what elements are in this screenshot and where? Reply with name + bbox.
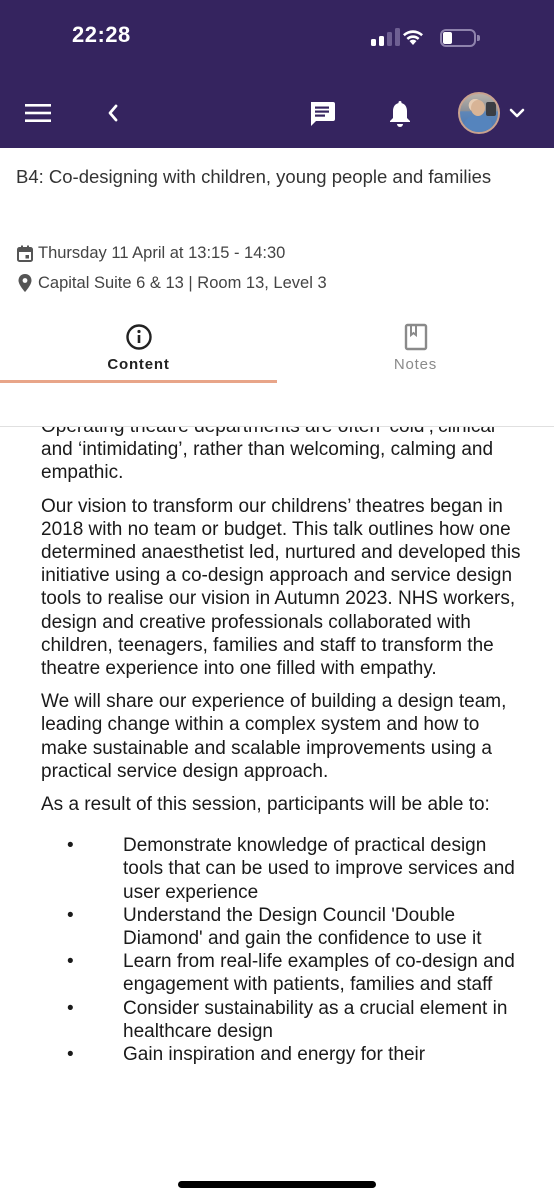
- description-paragraph: Our vision to transform our childrens’ t…: [41, 495, 521, 680]
- tab-content[interactable]: Content: [0, 318, 277, 382]
- session-description-scroll[interactable]: Operating theatre departments are often …: [0, 427, 554, 1157]
- session-tabs: Content Notes: [0, 318, 554, 384]
- list-item: Demonstrate knowledge of practical desig…: [41, 834, 521, 904]
- list-item: Understand the Design Council 'Double Di…: [41, 904, 521, 950]
- date-time-text: Thursday 11 April at 13:15 - 14:30: [38, 244, 286, 262]
- notifications-button[interactable]: [380, 94, 420, 134]
- description-paragraph: As a result of this session, participant…: [41, 794, 490, 816]
- tab-notes[interactable]: Notes: [277, 318, 554, 382]
- list-item: Gain inspiration and energy for their: [41, 1043, 521, 1066]
- back-button[interactable]: [96, 96, 130, 130]
- chat-message-icon: [311, 102, 335, 126]
- tab-content-label: Content: [107, 356, 170, 373]
- list-item: Consider sustainability as a crucial ele…: [41, 997, 521, 1043]
- tab-notes-label: Notes: [393, 356, 438, 373]
- session-title: B4: Co-designing with children, young pe…: [16, 166, 492, 187]
- profile-dropdown-button[interactable]: [504, 100, 530, 126]
- description-paragraph: We will share our experience of building…: [41, 691, 507, 782]
- hamburger-menu-icon: [25, 104, 51, 122]
- active-tab-indicator: [0, 380, 277, 383]
- description-paragraph: Operating theatre departments are often …: [41, 427, 499, 484]
- session-date-time: Thursday 11 April at 13:15 - 14:30: [16, 244, 285, 263]
- user-avatar[interactable]: [458, 92, 500, 134]
- info-circle-icon: [125, 324, 152, 350]
- messages-button[interactable]: [302, 94, 342, 134]
- session-location: Capital Suite 6 & 13 | Room 13, Level 3: [16, 273, 327, 293]
- status-time: 22:28: [72, 22, 131, 47]
- list-item: Learn from real-life examples of co-desi…: [41, 950, 521, 996]
- bell-icon: [390, 101, 410, 127]
- bookmark-book-icon: [404, 323, 427, 351]
- home-indicator[interactable]: [178, 1181, 376, 1188]
- location-pin-icon: [18, 274, 32, 292]
- menu-button[interactable]: [20, 96, 56, 130]
- calendar-icon: [17, 245, 33, 262]
- learning-outcomes-list: Demonstrate knowledge of practical desig…: [41, 834, 521, 1066]
- wifi-icon: [400, 26, 426, 46]
- app-header: 22:28: [0, 0, 554, 148]
- chevron-left-icon: [108, 104, 118, 122]
- cellular-signal-icon: [371, 28, 401, 46]
- location-text: Capital Suite 6 & 13 | Room 13, Level 3: [38, 273, 327, 292]
- chevron-down-icon: [509, 108, 525, 118]
- session-description: Operating theatre departments are often …: [41, 427, 521, 1066]
